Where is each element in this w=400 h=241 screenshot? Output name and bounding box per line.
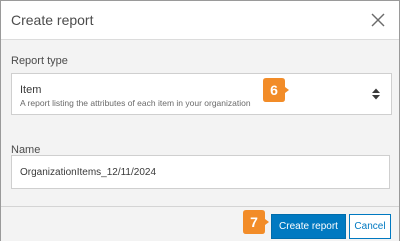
chevron-up-down-icon xyxy=(372,88,380,100)
report-type-selected-description: A report listing the attributes of each … xyxy=(20,98,251,108)
step-callout-7: 7 xyxy=(240,207,270,237)
dialog-header: Create report xyxy=(1,1,399,40)
create-report-dialog: Create report Report type Item A report … xyxy=(0,0,400,241)
step-callout-6: 6 xyxy=(260,75,290,105)
name-input[interactable] xyxy=(11,155,390,189)
cancel-button[interactable]: Cancel xyxy=(349,214,391,239)
step-number: 7 xyxy=(250,214,258,230)
report-type-label: Report type xyxy=(11,55,68,67)
close-icon xyxy=(371,13,385,27)
report-type-selected-title: Item xyxy=(20,84,42,96)
dialog-title: Create report xyxy=(11,12,94,28)
step-number: 6 xyxy=(270,82,278,98)
create-report-button[interactable]: Create report xyxy=(271,214,346,239)
close-button[interactable] xyxy=(367,9,389,31)
report-type-select[interactable]: Item A report listing the attributes of … xyxy=(11,73,392,115)
dialog-footer: Create report Cancel xyxy=(1,206,399,241)
